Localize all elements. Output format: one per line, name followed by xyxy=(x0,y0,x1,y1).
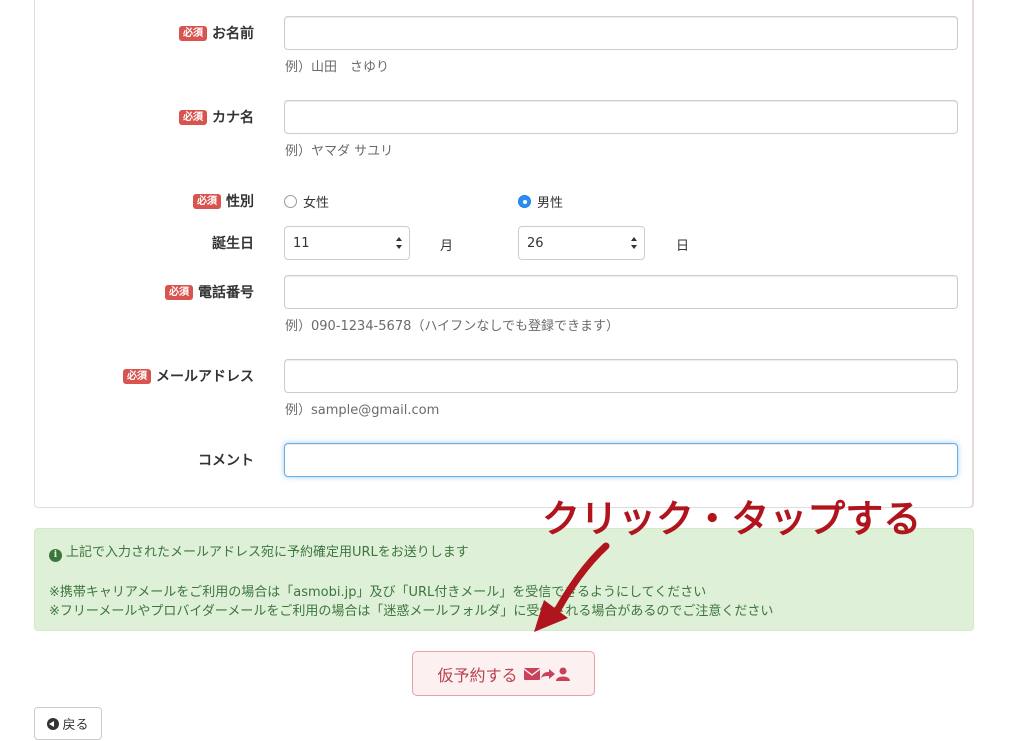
reserve-button-label: 仮予約する xyxy=(437,665,518,685)
comment-input[interactable] xyxy=(284,443,958,477)
share-arrow-icon xyxy=(540,668,555,679)
user-icon xyxy=(555,667,570,681)
form-panel xyxy=(34,0,974,508)
notice-line-3: ※フリーメールやプロバイダーメールをご利用の場合は「迷惑メールフォルダ」に受信さ… xyxy=(49,604,774,619)
birthday-label: 誕生日 xyxy=(212,234,254,252)
kana-label-text: カナ名 xyxy=(212,110,254,126)
curved-arrow-icon xyxy=(534,542,610,632)
comment-label-text: コメント xyxy=(198,453,254,469)
notice-alert: i 上記で入力されたメールアドレス宛に予約確定用URLをお送りします ※携帯キャリ… xyxy=(34,528,974,631)
gender-option-female[interactable]: 女性 xyxy=(284,192,329,211)
kana-hint: 例）ヤマダ サユリ xyxy=(285,144,394,159)
email-label: 必須 メールアドレス xyxy=(123,367,254,385)
gender-option-male[interactable]: 男性 xyxy=(518,192,563,211)
day-unit: 日 xyxy=(676,239,690,254)
gender-label-text: 性別 xyxy=(226,194,254,210)
back-button-label: 戻る xyxy=(62,718,89,733)
phone-hint: 例）090-1234-5678（ハイフンなしでも登録できます） xyxy=(285,319,619,334)
email-label-text: メールアドレス xyxy=(156,369,254,385)
kana-label: 必須 カナ名 xyxy=(179,108,254,126)
required-badge: 必須 xyxy=(179,25,207,41)
info-circle-icon: i xyxy=(49,549,62,562)
required-badge: 必須 xyxy=(165,284,193,300)
name-hint: 例）山田 さゆり xyxy=(285,60,390,75)
notice-line-1: i 上記で入力されたメールアドレス宛に予約確定用URLをお送りします xyxy=(49,541,469,562)
required-badge: 必須 xyxy=(193,193,221,209)
phone-label-text: 電話番号 xyxy=(198,285,254,301)
comment-label: コメント xyxy=(198,451,254,469)
gender-label: 必須 性別 xyxy=(193,192,254,210)
month-unit: 月 xyxy=(440,239,454,254)
circle-arrow-left-icon xyxy=(47,717,60,730)
radio-female[interactable] xyxy=(284,195,297,208)
back-button[interactable]: 戻る xyxy=(34,707,102,740)
required-badge: 必須 xyxy=(123,368,151,384)
name-input[interactable] xyxy=(284,16,958,50)
required-badge: 必須 xyxy=(179,109,207,125)
birth-month-value: 11 xyxy=(293,235,310,251)
birth-day-select[interactable]: 26 xyxy=(518,226,645,260)
name-label: 必須 お名前 xyxy=(179,24,254,42)
email-hint: 例）sample@gmail.com xyxy=(285,403,440,418)
kana-input[interactable] xyxy=(284,100,958,134)
select-arrows-icon xyxy=(631,237,637,249)
click-tap-annotation: クリック・タップする xyxy=(542,497,922,541)
select-arrows-icon xyxy=(396,237,402,249)
birthday-label-text: 誕生日 xyxy=(212,236,254,252)
notice-line-1-text: 上記で入力されたメールアドレス宛に予約確定用URLをお送りします xyxy=(66,545,469,560)
name-label-text: お名前 xyxy=(212,26,254,42)
radio-male[interactable] xyxy=(518,195,531,208)
gender-male-label: 男性 xyxy=(537,196,564,211)
reserve-button[interactable]: 仮予約する xyxy=(412,651,595,696)
phone-input[interactable] xyxy=(284,275,958,309)
email-input[interactable] xyxy=(284,359,958,393)
birth-month-select[interactable]: 11 xyxy=(284,226,410,260)
reserve-button-icons xyxy=(523,667,570,681)
birth-day-value: 26 xyxy=(527,235,544,251)
gender-female-label: 女性 xyxy=(303,196,330,211)
phone-label: 必須 電話番号 xyxy=(165,283,254,301)
envelope-icon xyxy=(523,667,540,680)
